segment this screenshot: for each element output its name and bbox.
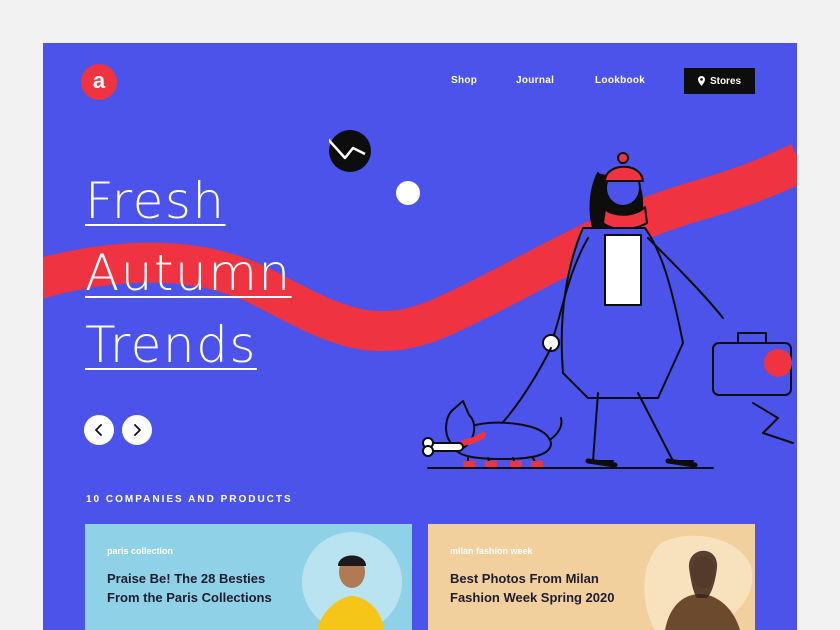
hero-frame: a Shop Journal Lookbook Stores Fresh Aut… [43,43,797,630]
zigzag-icon [326,137,366,160]
nav-link-shop[interactable]: Shop [451,75,477,86]
carousel-prev-button[interactable] [84,415,114,445]
section-heading: 10 COMPANIES AND PRODUCTS [86,494,293,505]
card-headline[interactable]: Best Photos From Milan Fashion Week Spri… [450,569,640,607]
carousel-next-button[interactable] [122,415,152,445]
hero-title-line-1: Fresh [85,172,226,230]
hero-title-line-2: Autumn [85,244,292,302]
nav-link-lookbook[interactable]: Lookbook [595,75,645,86]
card-headline[interactable]: Praise Be! The 28 Besties From the Paris… [107,569,297,607]
location-pin-icon [697,76,705,86]
card-milan-fashion-week[interactable]: milan fashion week Best Photos From Mila… [428,524,755,630]
chevron-left-icon [95,424,102,436]
card-tag: paris collection [107,546,174,556]
hero-title: Fresh Autumn Trends [85,165,292,381]
stores-button[interactable]: Stores [684,68,755,94]
hero-title-line-3: Trends [85,316,257,374]
card-paris-collection[interactable]: paris collection Praise Be! The 28 Besti… [85,524,412,630]
stores-button-label: Stores [709,75,742,87]
chevron-right-icon [134,424,141,436]
black-circle-decoration [326,130,371,172]
nav-link-journal[interactable]: Journal [516,75,554,86]
card-tag: milan fashion week [450,546,533,556]
hero-illustration [422,152,794,469]
